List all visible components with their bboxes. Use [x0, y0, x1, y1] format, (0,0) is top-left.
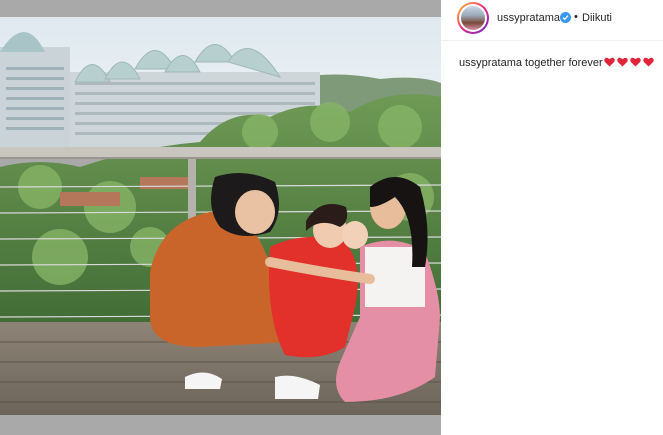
post-caption: ussypratama together forever [459, 57, 656, 69]
avatar[interactable] [457, 2, 489, 34]
avatar-image [461, 6, 485, 30]
caption-text: together forever [525, 57, 603, 69]
post-header: ussypratama • Diikuti [441, 0, 663, 41]
red-heart-icon [629, 57, 641, 67]
verified-badge-icon [560, 12, 571, 23]
username-link[interactable]: ussypratama [497, 12, 560, 24]
avatar-ring [459, 4, 487, 32]
post-photo[interactable] [0, 17, 441, 415]
red-heart-icon [603, 57, 615, 67]
post-sidebar: ussypratama • Diikuti ussypratama togeth… [441, 0, 663, 435]
follow-status-button[interactable]: Diikuti [582, 12, 612, 24]
caption-emoji-group [603, 57, 656, 69]
red-heart-icon [642, 57, 654, 67]
header-separator: • [574, 11, 578, 23]
post-photo-pane [0, 0, 441, 435]
red-heart-icon [616, 57, 628, 67]
caption-username-link[interactable]: ussypratama [459, 57, 522, 69]
